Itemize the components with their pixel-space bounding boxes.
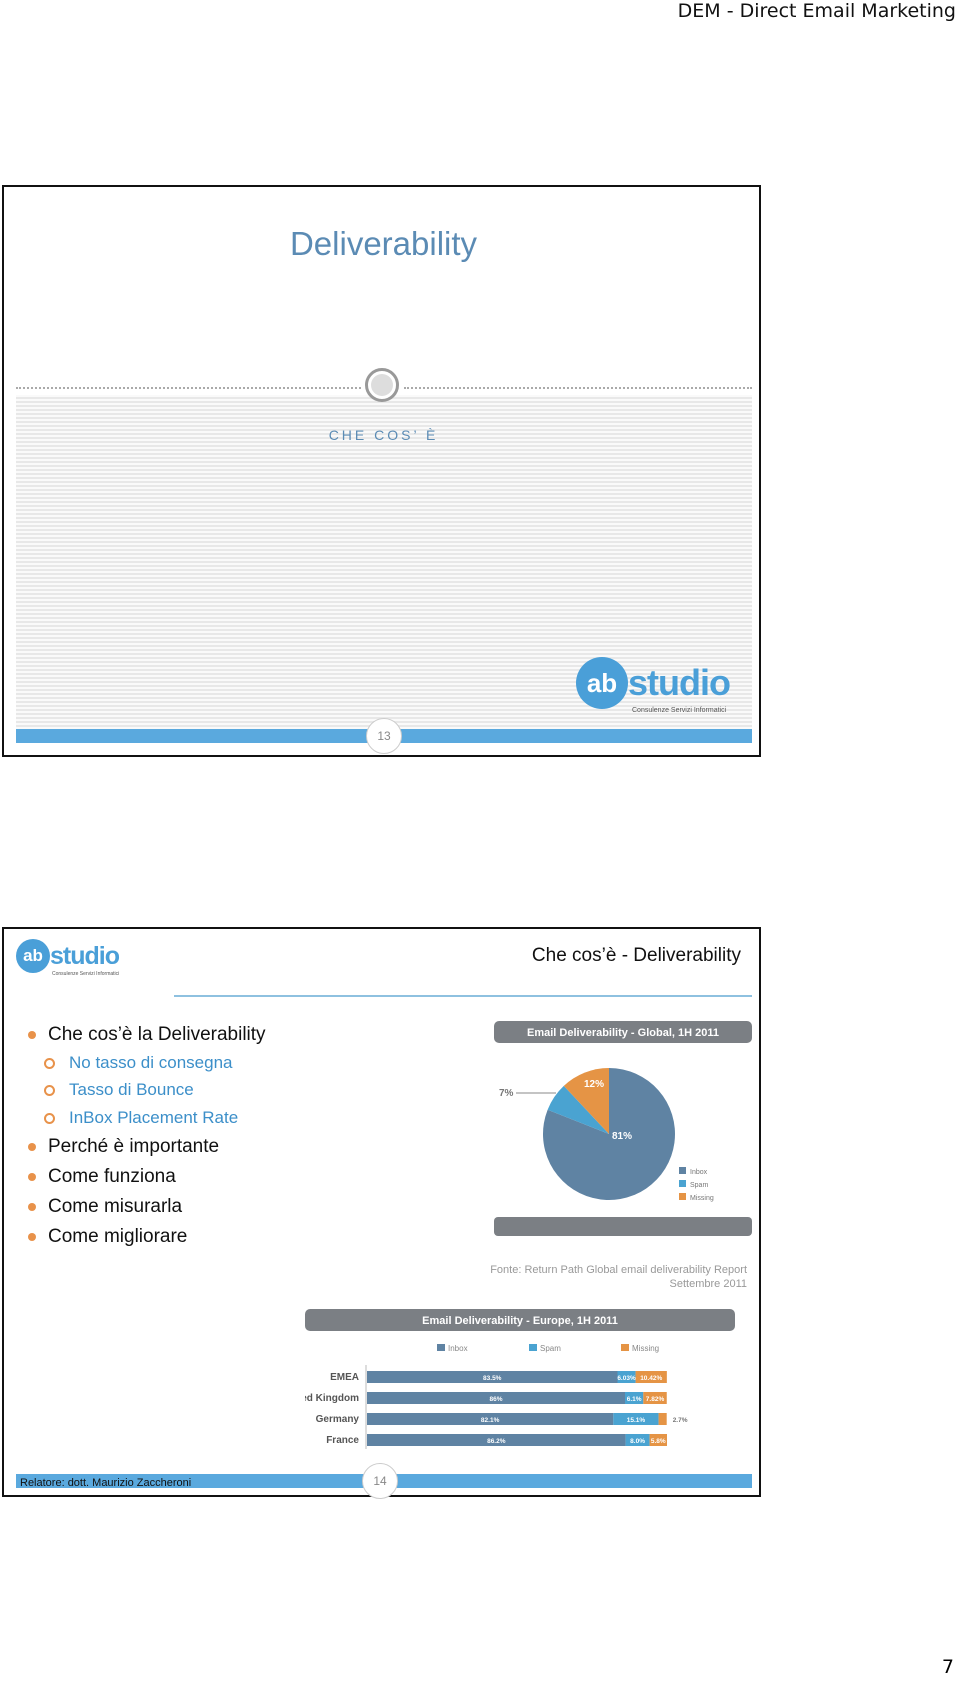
bar-value-label: 86.2% [487,1438,506,1445]
speaker-credit: Relatore: dott. Maurizio Zaccheroni [20,1477,192,1489]
source-note: Fonte: Return Path Global email delivera… [490,1263,747,1291]
divider [16,387,361,389]
legend-swatch [621,1344,629,1351]
legend-label: Spam [690,1182,708,1189]
legend-label: Inbox [690,1169,708,1176]
document-header: DEM - Direct Email Marketing [677,0,956,22]
pie-chart: Email Deliverability - Global, 1H 2011 8… [494,1021,752,1236]
bar-value-label: 6.1% [627,1396,642,1403]
slide-14: ab studio Consulenze Servizi Informatici… [2,927,761,1499]
bar-value-label: 7.82% [646,1396,665,1403]
legend-swatch [529,1344,537,1351]
source-date: Settembre 2011 [669,1278,747,1290]
bullet-item: Che cos’è la Deliverability [28,1024,266,1046]
bullet-item: Come funziona [28,1166,176,1188]
legend-label: Missing [632,1344,659,1353]
legend-label: Spam [540,1344,561,1353]
bar-value-label: 82.1% [481,1417,500,1424]
slide-subtitle: CHE COS’ È [328,427,439,443]
slice-label: 12% [584,1079,604,1090]
bar-value-label: 83.5% [483,1375,502,1382]
category-label: Germany [316,1414,360,1425]
bar-missing [658,1413,667,1425]
category-label: EMEA [330,1372,359,1383]
legend-label: Inbox [448,1344,468,1353]
page-number: 7 [941,1656,954,1678]
bar-value-label: 6.03% [617,1375,636,1382]
slide-number: 14 [362,1463,398,1499]
bar-value-label: 5.8% [651,1438,666,1445]
category-label: France [326,1435,359,1446]
bullet-item: Perché è importante [28,1136,219,1158]
chart-title: Email Deliverability - Global, 1H 2011 [527,1027,719,1039]
stacked-bar-chart: Email Deliverability - Europe, 1H 2011 I… [305,1309,735,1449]
bar-value-label: 15.1% [627,1417,646,1424]
bullet-item: Come misurarla [28,1196,182,1218]
bullet-item: Come migliorare [28,1226,187,1248]
bar-value-label: 8.0% [630,1438,645,1445]
divider [404,387,752,389]
legend-swatch [679,1193,686,1200]
legend-label: Missing [690,1195,714,1202]
legend-swatch [437,1344,445,1351]
slide-title: Deliverability [289,225,478,262]
slide-number: 13 [366,718,402,754]
chart-footer-bar [494,1217,752,1236]
source-line: Fonte: Return Path Global email delivera… [490,1264,747,1276]
legend-swatch [679,1180,686,1187]
chart-title: Email Deliverability - Europe, 1H 2011 [422,1315,618,1327]
bar-value-label: 86% [489,1396,502,1403]
abstudio-logo: ab studio Consulenze Servizi Informatici [16,939,120,977]
slide-title: Che cos’è - Deliverability [531,945,741,966]
sub-bullet-item: InBox Placement Rate [44,1108,238,1128]
category-label: United Kingdom [305,1393,359,1404]
title-underline [174,995,752,997]
document-page: DEM - Direct Email Marketing Deliverabil… [0,0,960,1684]
sub-bullet-item: Tasso di Bounce [44,1080,194,1100]
slide-13: Deliverability CHE COS’ È ab studio Cons… [2,185,761,757]
sub-bullet-item: No tasso di consegna [44,1053,233,1073]
slice-label: 7% [499,1088,514,1099]
slice-label: 81% [612,1131,632,1142]
circle-ornament-icon [365,368,399,402]
bar-value-label: 2.7% [673,1417,688,1424]
abstudio-logo: ab studio Consulenze Servizi Informatici [576,657,731,714]
legend-swatch [679,1167,686,1174]
bar-value-label: 10.42% [640,1375,662,1382]
